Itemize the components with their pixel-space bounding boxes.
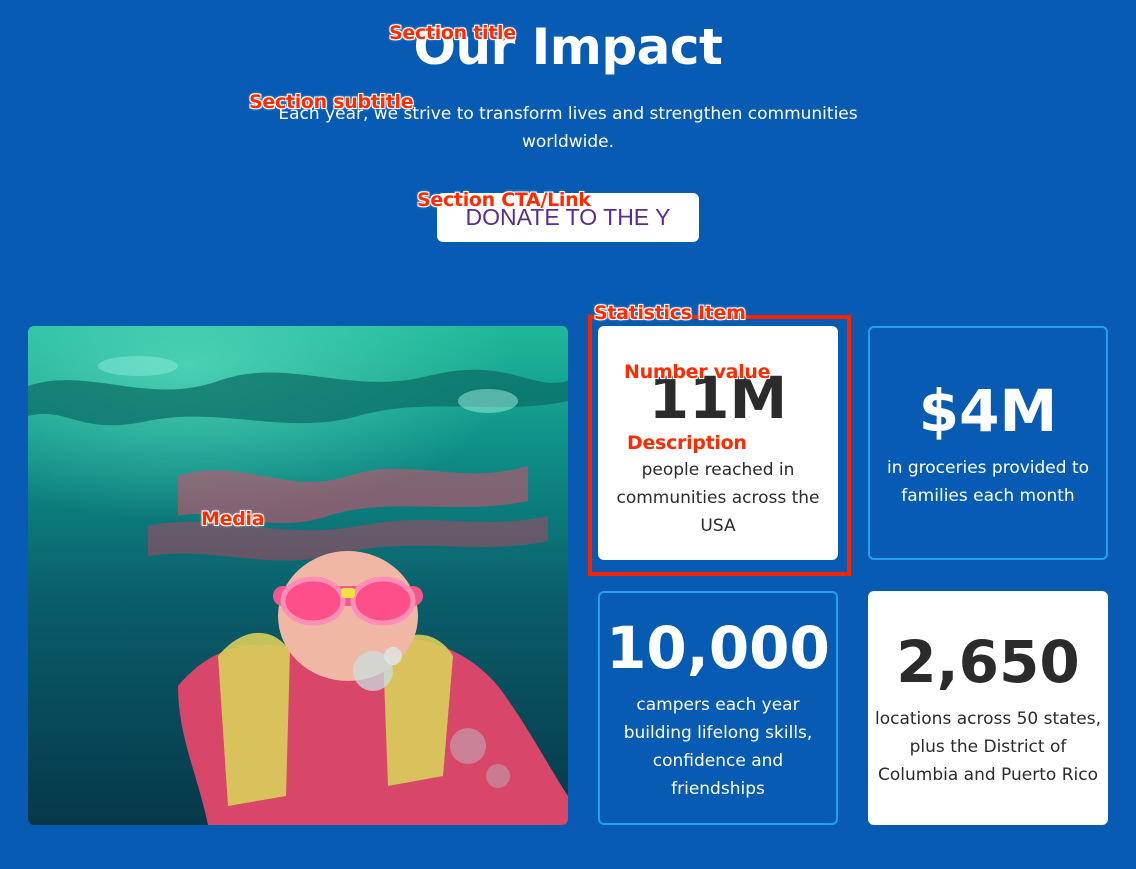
section-title: Our Impact xyxy=(413,18,723,76)
stat-item-campers: 10,000 campers each year building lifelo… xyxy=(598,591,838,825)
annotation-section-cta: Section CTA/Link xyxy=(417,189,591,211)
annotation-section-title: Section title xyxy=(389,22,516,44)
stat-item-groceries: $4M in groceries provided to families ea… xyxy=(868,326,1108,560)
stat-description: in groceries provided to families each m… xyxy=(886,458,1090,506)
annotation-media: Media xyxy=(201,508,265,530)
annotation-description: Description xyxy=(627,432,747,454)
stat-description: locations across 50 states, plus the Dis… xyxy=(875,709,1101,785)
annotation-statistics-item: Statistics Item xyxy=(594,302,746,324)
swimmer-photo xyxy=(28,326,568,825)
stat-number: 2,650 xyxy=(896,628,1080,696)
stat-item-locations: 2,650 locations across 50 states, plus t… xyxy=(868,591,1108,825)
media-image xyxy=(28,326,568,825)
stat-description: campers each year building lifelong skil… xyxy=(623,695,813,799)
stat-number: $4M xyxy=(918,377,1058,445)
annotation-section-subtitle: Section subtitle xyxy=(249,91,414,113)
stat-number: 10,000 xyxy=(606,614,830,682)
annotation-number-value: Number value xyxy=(624,361,771,383)
